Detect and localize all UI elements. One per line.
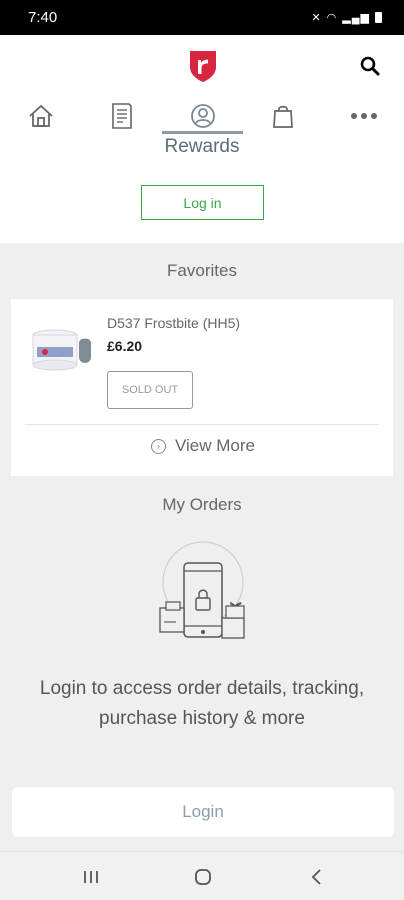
favorites-card: D537 Frostbite (HH5) £6.20 SOLD OUT › Vi…	[11, 299, 393, 476]
nav-rewards[interactable]	[181, 98, 225, 134]
back-arrow-icon	[311, 869, 321, 885]
search-icon	[360, 56, 380, 76]
battery-icon	[375, 12, 382, 23]
mute-icon: ✕	[311, 12, 322, 24]
shopping-bag-icon	[273, 105, 293, 128]
nav-bag[interactable]	[261, 98, 305, 134]
product-price: £6.20	[107, 338, 143, 354]
system-navigation-bar	[0, 851, 404, 900]
nav-more[interactable]	[342, 98, 386, 134]
orders-login-message: Login to access order details, tracking,…	[39, 678, 365, 729]
favorites-title: Favorites	[167, 261, 237, 280]
status-bar: 7:40 ✕ ◠ ▂▄▆	[0, 0, 404, 35]
search-button[interactable]	[358, 54, 382, 78]
product-image	[32, 329, 91, 371]
nav-home[interactable]	[19, 98, 63, 134]
home-icon	[29, 104, 53, 127]
back-button[interactable]	[297, 862, 337, 892]
app-header: Rewards Log in	[0, 35, 404, 243]
wifi-icon: ◠	[326, 12, 338, 24]
login-button[interactable]: Log in	[141, 185, 264, 220]
receipt-icon	[112, 103, 132, 129]
active-tab-label: Rewards	[164, 136, 240, 157]
view-more-label: View More	[175, 436, 255, 455]
brand-logo-icon	[190, 51, 216, 82]
account-icon	[191, 104, 215, 128]
home-circle-icon	[195, 869, 211, 885]
my-orders-title: My Orders	[162, 495, 242, 514]
recent-apps-icon	[84, 871, 98, 883]
orders-login-button[interactable]: Login	[12, 787, 394, 837]
more-dots-icon	[351, 113, 377, 119]
recent-apps-button[interactable]	[71, 862, 111, 892]
nav-orders[interactable]	[100, 98, 144, 134]
signal-icon: ▂▄▆	[342, 12, 370, 24]
status-time: 7:40	[28, 9, 58, 26]
view-more-link[interactable]: › View More	[151, 434, 255, 458]
active-tab-indicator	[162, 131, 243, 134]
divider	[25, 424, 379, 425]
home-system-button[interactable]	[183, 862, 223, 892]
chevron-right-circle-icon: ›	[151, 438, 166, 454]
sold-out-button: SOLD OUT	[107, 371, 193, 409]
status-icons: ✕ ◠ ▂▄▆	[311, 11, 382, 24]
product-name[interactable]: D537 Frostbite (HH5)	[107, 315, 240, 331]
orders-illustration-icon	[159, 541, 245, 639]
